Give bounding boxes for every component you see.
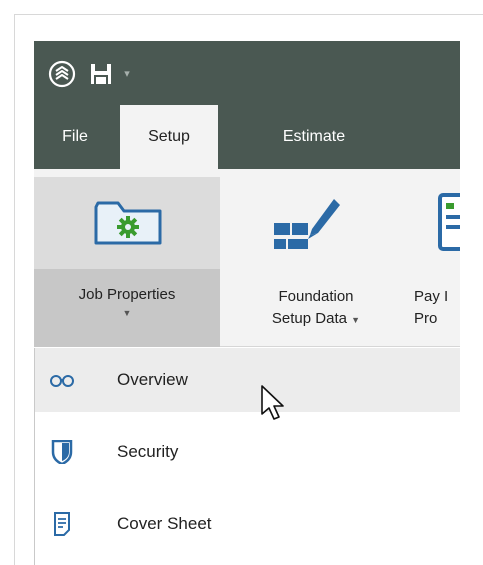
quick-access-dropdown[interactable]: ▾ — [120, 63, 134, 85]
pay-item-line2: Pro — [414, 310, 438, 327]
frame-divider-top — [14, 14, 483, 15]
pay-item-line1: Pay I — [414, 288, 449, 305]
tab-setup[interactable]: Setup — [120, 105, 218, 169]
menu-item-overview[interactable]: Overview — [35, 348, 460, 412]
job-properties-label: Job Properties ▼ — [34, 286, 220, 320]
ribbon-tabs: File Setup Estimate — [34, 105, 460, 169]
foundation-setup-label: Foundation Setup Data ▼ — [232, 286, 400, 331]
foundation-setup-line2: Setup Data — [271, 310, 347, 327]
document-icon — [54, 512, 70, 536]
pay-item-icon — [438, 193, 460, 251]
menu-item-label: Security — [117, 442, 179, 461]
screenshot-frame: ▾ File Setup Estimate Job Properties ▼ F… — [0, 0, 483, 565]
chevron-down-icon: ▼ — [122, 308, 132, 318]
foundation-pencil-icon — [274, 199, 340, 249]
glasses-icon — [50, 375, 74, 387]
shield-icon — [51, 440, 73, 464]
chevron-down-icon: ▼ — [351, 315, 361, 325]
frame-divider-left — [14, 14, 15, 565]
menu-item-security[interactable]: Security — [35, 420, 460, 484]
foundation-setup-data-button[interactable]: Foundation Setup Data ▼ — [232, 177, 400, 347]
save-icon[interactable] — [88, 61, 114, 87]
job-properties-text: Job Properties — [78, 286, 176, 303]
pay-item-button[interactable]: Pay I Pro — [408, 177, 460, 347]
menu-item-cover-sheet[interactable]: Cover Sheet — [35, 492, 460, 556]
job-properties-menu: Overview Security Cover Sheet — [34, 348, 460, 565]
app-logo-icon — [48, 60, 76, 88]
application-window: ▾ File Setup Estimate Job Properties ▼ F… — [34, 41, 460, 565]
tab-estimate[interactable]: Estimate — [254, 105, 374, 169]
folder-gear-icon — [94, 201, 162, 245]
pay-item-label: Pay I Pro — [414, 286, 460, 330]
job-properties-button[interactable]: Job Properties ▼ — [34, 177, 220, 347]
menu-item-label: Overview — [117, 370, 188, 389]
ribbon-panel: Job Properties ▼ Foundation Setup Data ▼ — [34, 169, 460, 347]
foundation-setup-line1: Foundation — [278, 288, 354, 305]
menu-item-label: Cover Sheet — [117, 514, 212, 533]
tab-file[interactable]: File — [40, 105, 110, 169]
title-bar: ▾ — [34, 41, 460, 105]
